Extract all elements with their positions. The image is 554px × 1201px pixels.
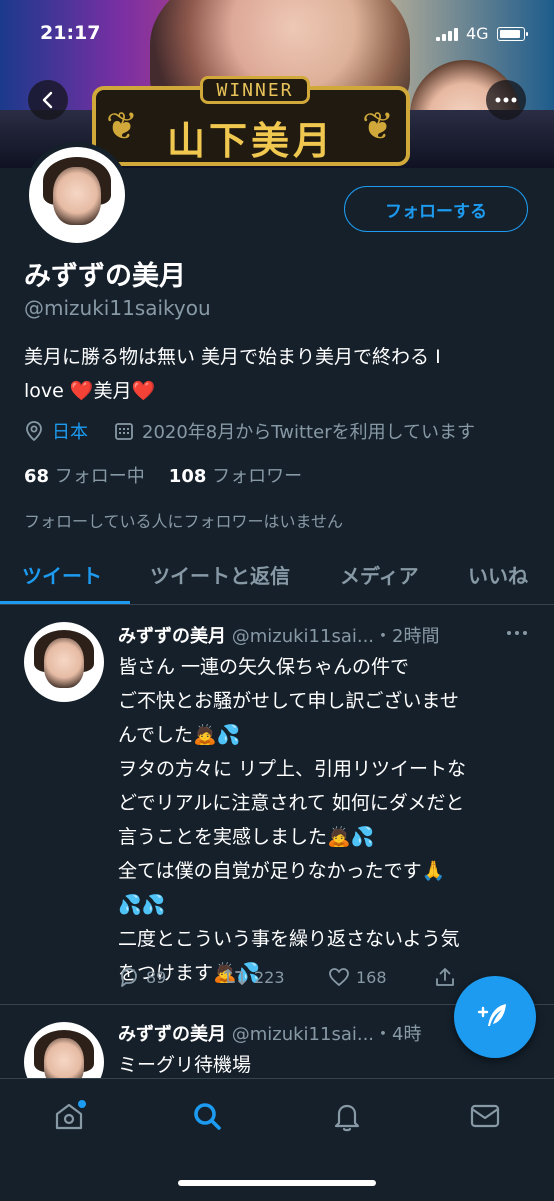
followers-link[interactable]: 108 フォロワー	[169, 462, 302, 488]
nav-home[interactable]	[52, 1099, 86, 1133]
tweet-author-handle: @mizuki11sai...	[231, 626, 375, 647]
home-indicator	[178, 1180, 376, 1186]
follow-counts: 68 フォロー中 108 フォロワー	[24, 462, 302, 488]
tweet-text: 皆さん 一連の矢久保ちゃんの件で ご不快とお騒がせして申し訳ございませ んでした…	[118, 656, 467, 984]
share-icon	[436, 968, 454, 986]
winner-label: WINNER	[200, 76, 310, 104]
share-button[interactable]	[434, 966, 456, 988]
tweet-author-name[interactable]: みずずの美月	[118, 626, 226, 647]
tab-tweets[interactable]: ツイート	[22, 560, 102, 589]
like-heart-icon	[329, 968, 349, 986]
tweet-time: ・4時	[374, 1024, 422, 1045]
bio-line-2: love ❤️美月❤️	[24, 380, 156, 402]
calendar-icon	[115, 423, 133, 440]
no-mutual-followers-note: フォローしている人にフォロワーはいません	[24, 512, 344, 531]
location-link[interactable]: 日本	[52, 418, 88, 444]
back-button[interactable]	[28, 80, 68, 120]
compose-tweet-button[interactable]	[454, 976, 536, 1058]
battery-icon	[496, 26, 528, 41]
display-name: みずずの美月	[24, 261, 186, 292]
home-icon	[55, 1100, 86, 1130]
reply-button[interactable]: 89	[118, 966, 222, 988]
retweet-icon	[224, 969, 246, 985]
tweet-author-handle: @mizuki11sai...	[231, 1024, 375, 1045]
tweet-text: ミーグリ待機場	[118, 1054, 252, 1076]
profile-avatar[interactable]	[24, 142, 130, 248]
winner-name: 山下美月	[166, 119, 335, 163]
tweet-avatar[interactable]	[24, 622, 104, 702]
tab-likes[interactable]: いいね	[468, 560, 528, 589]
tweet-header: みずずの美月 @mizuki11sai...・4時	[118, 1020, 421, 1046]
nav-notifications[interactable]	[330, 1099, 364, 1133]
messages-icon	[470, 1104, 500, 1128]
status-indicators: 4G	[436, 24, 528, 43]
tweet-actions: 89 223 168	[118, 966, 478, 988]
follow-button[interactable]: フォローする	[344, 186, 528, 232]
location-pin-icon	[26, 421, 42, 442]
signal-icon	[436, 27, 458, 41]
more-button[interactable]	[486, 80, 526, 120]
heart-icon: ❤️	[69, 380, 94, 402]
nav-search[interactable]	[190, 1099, 224, 1133]
like-button[interactable]: 168	[328, 966, 434, 988]
tweet-time: ・2時間	[374, 626, 440, 647]
compose-feather-icon	[477, 1004, 506, 1026]
joined-date: 2020年8月からTwitterを利用しています	[142, 422, 476, 443]
tweet-header: みずずの美月 @mizuki11sai...・2時間	[118, 622, 439, 648]
active-tab-indicator	[0, 601, 130, 604]
back-arrow-icon	[42, 91, 53, 109]
tweet-more-icon[interactable]	[506, 630, 528, 636]
profile-tabs: ツイート ツイートと返信 メディア いいね	[0, 552, 554, 605]
tweet-author-name[interactable]: みずずの美月	[118, 1024, 226, 1045]
nav-messages[interactable]	[468, 1099, 502, 1133]
tab-media[interactable]: メディア	[340, 560, 419, 589]
following-link[interactable]: 68 フォロー中	[24, 462, 145, 488]
status-time: 21:17	[40, 22, 101, 44]
network-type: 4G	[466, 24, 489, 43]
profile-meta: 日本 2020年8月からTwitterを利用しています	[24, 418, 475, 444]
bio-line: 美月に勝る物は無い 美月で始まり美月で終わる I	[24, 346, 441, 368]
heart-icon: ❤️	[131, 380, 156, 402]
retweet-button[interactable]: 223	[222, 966, 328, 988]
user-handle: @mizuki11saikyou	[24, 296, 211, 320]
reply-icon	[121, 968, 137, 987]
notifications-icon	[334, 1104, 360, 1132]
more-dots-icon	[495, 97, 517, 103]
search-icon	[194, 1103, 221, 1130]
tab-tweets-replies[interactable]: ツイートと返信	[150, 560, 290, 589]
